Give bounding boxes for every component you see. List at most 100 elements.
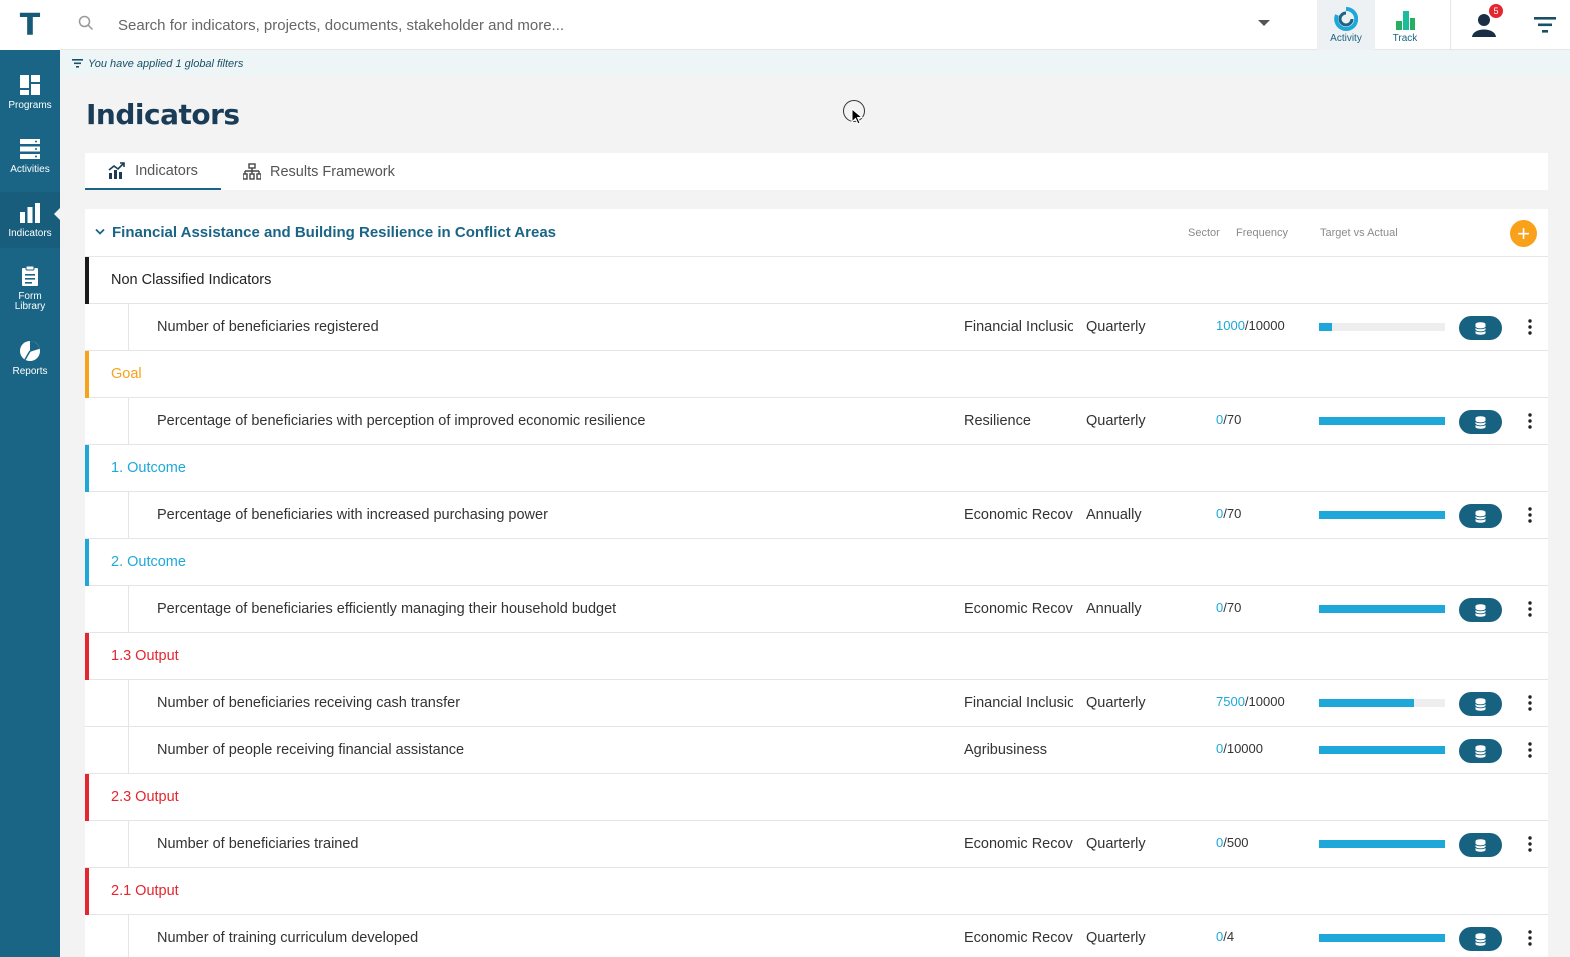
indicator-row[interactable]: Percentage of beneficiaries with percept… <box>85 398 1548 445</box>
track-icon <box>1396 10 1415 30</box>
indicator-sector: Financial Inclusion <box>964 695 1073 711</box>
more-options-icon[interactable] <box>1527 318 1533 336</box>
indicator-target: /10000 <box>1223 741 1263 756</box>
sidebar-item-indicators[interactable]: Indicators <box>0 192 60 248</box>
indent-line <box>128 680 129 727</box>
indicator-name[interactable]: Percentage of beneficiaries efficiently … <box>157 601 616 617</box>
indicator-row[interactable]: Number of people receiving financial ass… <box>85 727 1548 774</box>
indicator-row[interactable]: Number of beneficiaries registered Financ… <box>85 304 1548 351</box>
progress-bar <box>1319 605 1445 613</box>
indicator-row[interactable]: Number of beneficiaries receiving cash t… <box>85 680 1548 727</box>
track-button[interactable]: Track <box>1376 0 1434 50</box>
mouse-cursor-icon <box>851 108 863 125</box>
progress-fill <box>1319 934 1445 942</box>
sidebar-item-label: Activities <box>10 164 50 175</box>
sidebar-item-programs[interactable]: Programs <box>0 74 60 134</box>
group-color-bar <box>85 868 89 915</box>
notification-badge[interactable]: 5 <box>1489 4 1503 18</box>
data-entry-button[interactable] <box>1459 833 1502 857</box>
indicator-sector: Financial Inclusion <box>964 319 1073 335</box>
group-color-bar <box>85 774 89 821</box>
indicator-row[interactable]: Percentage of beneficiaries with increas… <box>85 492 1548 539</box>
group-label: 2. Outcome <box>111 554 186 570</box>
group-label: Non Classified Indicators <box>111 272 272 288</box>
global-filter-notice[interactable]: You have applied 1 global filters <box>60 51 1570 76</box>
tab-indicators[interactable]: Indicators <box>85 153 221 190</box>
progress-bar <box>1319 840 1445 848</box>
database-icon <box>1475 603 1486 617</box>
indicator-name[interactable]: Number of beneficiaries receiving cash t… <box>157 695 460 711</box>
more-options-icon[interactable] <box>1527 929 1533 947</box>
search-input[interactable] <box>118 12 1238 38</box>
search-scope-dropdown[interactable] <box>1258 20 1270 26</box>
activity-button[interactable]: Activity <box>1317 0 1375 50</box>
more-options-icon[interactable] <box>1527 600 1533 618</box>
sidebar-item-form-library[interactable]: Form Library <box>0 265 60 325</box>
indicator-name[interactable]: Percentage of beneficiaries with percept… <box>157 413 645 429</box>
data-entry-button[interactable] <box>1459 927 1502 951</box>
indicator-name[interactable]: Number of people receiving financial ass… <box>157 742 464 758</box>
sidebar-item-label: Form Library <box>14 291 46 312</box>
tab-bar: Indicators Results Framework <box>85 153 1548 190</box>
database-icon <box>1475 509 1486 523</box>
tab-results-framework[interactable]: Results Framework <box>243 153 395 190</box>
data-entry-button[interactable] <box>1459 692 1502 716</box>
indicator-sector: Resilience <box>964 413 1031 429</box>
more-options-icon[interactable] <box>1527 741 1533 759</box>
data-entry-button[interactable] <box>1459 598 1502 622</box>
indicator-group-row[interactable]: 2. Outcome <box>85 539 1548 586</box>
data-entry-button[interactable] <box>1459 739 1502 763</box>
data-entry-button[interactable] <box>1459 410 1502 434</box>
indicator-sector: Economic Recovery <box>964 836 1073 852</box>
indicator-name[interactable]: Number of training curriculum developed <box>157 930 418 946</box>
app-logo[interactable]: T <box>0 0 60 50</box>
indicator-target-vs-actual: 0/10000 <box>1216 741 1263 756</box>
indicator-group-row[interactable]: 2.3 Output <box>85 774 1548 821</box>
indicator-row[interactable]: Percentage of beneficiaries efficiently … <box>85 586 1548 633</box>
database-icon <box>1475 415 1486 429</box>
data-entry-button[interactable] <box>1459 316 1502 340</box>
indicator-target-vs-actual: 0/70 <box>1216 412 1241 427</box>
indicator-group-row[interactable]: Goal <box>85 351 1548 398</box>
indicator-name[interactable]: Number of beneficiaries trained <box>157 836 359 852</box>
progress-fill <box>1319 605 1445 613</box>
dashboard-icon <box>20 75 40 95</box>
data-entry-button[interactable] <box>1459 504 1502 528</box>
activity-label: Activity <box>1330 32 1362 44</box>
filter-menu-icon[interactable] <box>1534 16 1556 34</box>
indicator-target: /4 <box>1223 929 1235 944</box>
progress-bar <box>1319 934 1445 942</box>
program-header: Financial Assistance and Building Resili… <box>85 209 1548 257</box>
indent-line <box>128 304 129 351</box>
program-title[interactable]: Financial Assistance and Building Resili… <box>112 224 556 241</box>
progress-bar <box>1319 746 1445 754</box>
indicator-name[interactable]: Percentage of beneficiaries with increas… <box>157 507 548 523</box>
more-options-icon[interactable] <box>1527 835 1533 853</box>
sidebar-item-activities[interactable]: Activities <box>0 138 60 198</box>
sidebar-item-reports[interactable]: Reports <box>0 340 60 400</box>
add-indicator-button[interactable]: + <box>1510 220 1537 247</box>
indicator-sector: Economic Recovery <box>964 930 1073 946</box>
indicator-group-row[interactable]: 2.1 Output <box>85 868 1548 915</box>
tab-label: Results Framework <box>270 163 395 180</box>
indicator-row[interactable]: Number of training curriculum developed E… <box>85 915 1548 957</box>
progress-fill <box>1319 323 1332 331</box>
more-options-icon[interactable] <box>1527 506 1533 524</box>
group-label: 1. Outcome <box>111 460 186 476</box>
indicator-group-row[interactable]: 1. Outcome <box>85 445 1548 492</box>
indicator-target-vs-actual: 1000/10000 <box>1216 318 1285 333</box>
more-options-icon[interactable] <box>1527 412 1533 430</box>
indicator-group-row[interactable]: 1.3 Output <box>85 633 1548 680</box>
indicators-panel: Financial Assistance and Building Resili… <box>85 209 1548 957</box>
indicator-target: /10000 <box>1244 694 1285 709</box>
indicator-target-vs-actual: 0/70 <box>1216 600 1241 615</box>
indicator-name[interactable]: Number of beneficiaries registered <box>157 319 379 335</box>
activity-icon <box>1334 6 1358 31</box>
progress-bar <box>1319 511 1445 519</box>
sidebar-item-label: Indicators <box>8 228 52 239</box>
indicator-row[interactable]: Number of beneficiaries trained Economic … <box>85 821 1548 868</box>
indicator-group-row[interactable]: Non Classified Indicators <box>85 257 1548 304</box>
more-options-icon[interactable] <box>1527 694 1533 712</box>
chevron-down-icon[interactable] <box>95 228 105 236</box>
filter-icon <box>72 59 83 68</box>
